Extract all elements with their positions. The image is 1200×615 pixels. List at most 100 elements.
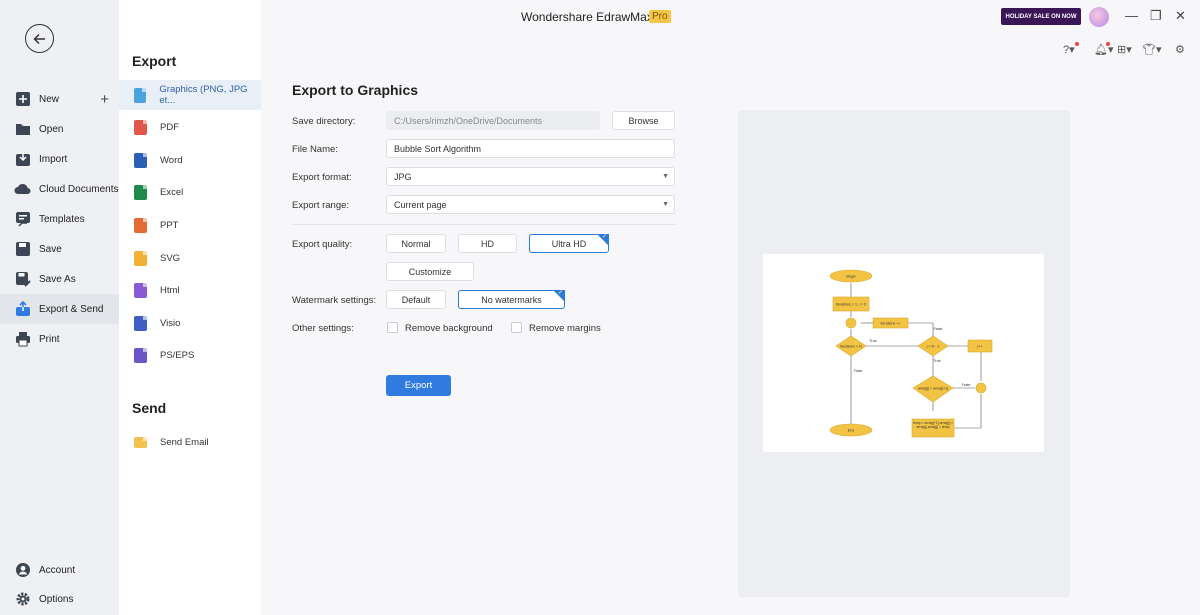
nav-save-as-label: Save As xyxy=(39,273,76,285)
plus-square-icon xyxy=(14,91,31,108)
nav-templates[interactable]: Templates xyxy=(0,204,119,234)
format-item-label: Excel xyxy=(160,187,184,199)
flow-false-label-2: False xyxy=(934,327,943,331)
flowchart-preview: Begin Iterations = 1, i = 0 Iterations +… xyxy=(829,269,993,438)
file-type-icon xyxy=(134,315,147,331)
nav-account-label: Account xyxy=(39,564,76,576)
export-range-value: Current page xyxy=(394,199,447,210)
remove-background-checkbox[interactable] xyxy=(387,322,398,333)
back-button[interactable] xyxy=(25,24,54,53)
left-navigation: New + Open Import Cloud Documents Templa… xyxy=(0,0,119,615)
flow-false-label-3: False xyxy=(962,383,971,387)
format-item-label: Html xyxy=(160,285,180,297)
file-type-icon xyxy=(134,120,147,136)
flow-merge-2 xyxy=(975,382,987,394)
format-item-label: Word xyxy=(160,154,183,166)
remove-margins-checkbox[interactable] xyxy=(511,322,522,333)
nav-account[interactable]: Account xyxy=(0,555,119,585)
flow-true-label-1: True xyxy=(869,339,876,343)
file-name-value: Bubble Sort Algorithm xyxy=(394,143,482,154)
file-type-icon xyxy=(134,185,147,201)
mail-icon xyxy=(134,436,147,448)
export-icon xyxy=(14,301,31,318)
settings-gear-icon[interactable]: ⚙ xyxy=(1175,43,1185,56)
nav-save-as[interactable]: Save As xyxy=(0,264,119,294)
format-item[interactable]: PDF xyxy=(119,113,261,143)
nav-options[interactable]: Options xyxy=(0,584,119,614)
export-range-select[interactable]: Current page ▼ xyxy=(386,195,675,214)
nav-save[interactable]: Save xyxy=(0,234,119,264)
notification-dot xyxy=(1075,42,1079,46)
nav-import[interactable]: Import xyxy=(0,144,119,174)
flow-false-label-1: False xyxy=(854,369,863,373)
import-icon xyxy=(14,151,31,168)
no-watermarks-button[interactable]: No watermarks xyxy=(458,289,565,309)
flow-merge-1 xyxy=(845,317,857,329)
file-name-label: File Name: xyxy=(292,144,338,155)
send-section-title: Send xyxy=(132,400,167,416)
quality-hd-button[interactable]: HD xyxy=(458,234,517,253)
nav-print-label: Print xyxy=(39,333,60,345)
plus-icon[interactable]: + xyxy=(100,91,109,108)
export-button[interactable]: Export xyxy=(386,375,451,396)
flow-cond1-text: Iterations < N xyxy=(840,345,862,349)
format-item[interactable]: SVG xyxy=(119,243,261,273)
no-watermarks-label: No watermarks xyxy=(481,294,542,305)
watermark-default-button[interactable]: Default xyxy=(386,290,446,309)
format-item[interactable]: Visio xyxy=(119,308,261,338)
shirt-icon[interactable]: 👕︎▾ xyxy=(1142,43,1162,56)
nav-export-send[interactable]: Export & Send xyxy=(0,294,119,324)
avatar[interactable] xyxy=(1089,7,1109,27)
format-item[interactable]: Word xyxy=(119,145,261,175)
file-type-icon xyxy=(134,283,147,299)
account-icon xyxy=(14,562,31,579)
browse-button[interactable]: Browse xyxy=(612,111,675,130)
flow-begin-text: Begin xyxy=(846,275,855,279)
export-format-select[interactable]: JPG ▼ xyxy=(386,167,675,186)
file-name-input[interactable]: Bubble Sort Algorithm xyxy=(386,139,675,158)
format-item[interactable]: PPT xyxy=(119,210,261,240)
export-format-label: Export format: xyxy=(292,172,352,183)
flow-swap-text: temp = array[j+1] array[j] = array[j] ar… xyxy=(913,421,953,430)
export-range-label: Export range: xyxy=(292,200,350,211)
format-item[interactable]: PS/EPS xyxy=(119,341,261,371)
customize-button[interactable]: Customize xyxy=(386,262,474,281)
flow-cond2-text: j < N - 1 xyxy=(926,345,940,349)
send-email-label: Send Email xyxy=(160,436,209,448)
format-item[interactable]: Html xyxy=(119,276,261,306)
other-settings-label: Other settings: xyxy=(292,323,354,334)
quality-ultra-hd-label: Ultra HD xyxy=(551,238,587,249)
save-as-icon xyxy=(14,271,31,288)
flow-iter-inc-text: Iterations ++ xyxy=(881,322,901,326)
holiday-sale-banner[interactable]: HOLIDAY SALE ON NOW xyxy=(1001,8,1081,25)
nav-new-label: New xyxy=(39,93,60,105)
divider xyxy=(292,224,676,225)
apps-grid-icon[interactable]: ⊞▾ xyxy=(1117,43,1132,56)
minimize-icon[interactable]: — xyxy=(1125,8,1138,23)
flow-init-text: Iterations = 1, i = 0 xyxy=(836,303,866,307)
restore-icon[interactable]: ❐ xyxy=(1150,8,1162,24)
format-item[interactable]: Excel xyxy=(119,178,261,208)
file-type-icon xyxy=(134,250,147,266)
format-item-label: Visio xyxy=(160,317,181,329)
format-send-email[interactable]: Send Email xyxy=(119,427,261,457)
quality-ultra-hd-button[interactable]: Ultra HD xyxy=(529,233,609,253)
nav-open[interactable]: Open xyxy=(0,114,119,144)
app-title: Wondershare EdrawMax xyxy=(521,10,653,24)
remove-margins-label: Remove margins xyxy=(529,323,601,334)
close-icon[interactable]: ✕ xyxy=(1175,8,1186,24)
nav-print[interactable]: Print xyxy=(0,324,119,354)
flow-end-text: End xyxy=(848,429,854,433)
format-item-label: PPT xyxy=(160,219,179,231)
bell-icon[interactable]: 🔔︎▾ xyxy=(1094,43,1114,56)
nav-cloud-documents[interactable]: Cloud Documents xyxy=(0,174,119,204)
file-type-icon xyxy=(134,348,147,364)
quality-normal-button[interactable]: Normal xyxy=(386,234,446,253)
nav-new[interactable]: New + xyxy=(0,84,119,114)
flow-cond3-text: array[j] > array[j+1] xyxy=(918,387,948,391)
export-section-title: Export xyxy=(132,53,177,69)
chevron-down-icon: ▼ xyxy=(662,201,669,208)
format-item[interactable]: Graphics (PNG, JPG et... xyxy=(119,80,261,110)
file-type-icon xyxy=(134,217,147,233)
help-icon[interactable]: ?▾ xyxy=(1063,43,1075,56)
